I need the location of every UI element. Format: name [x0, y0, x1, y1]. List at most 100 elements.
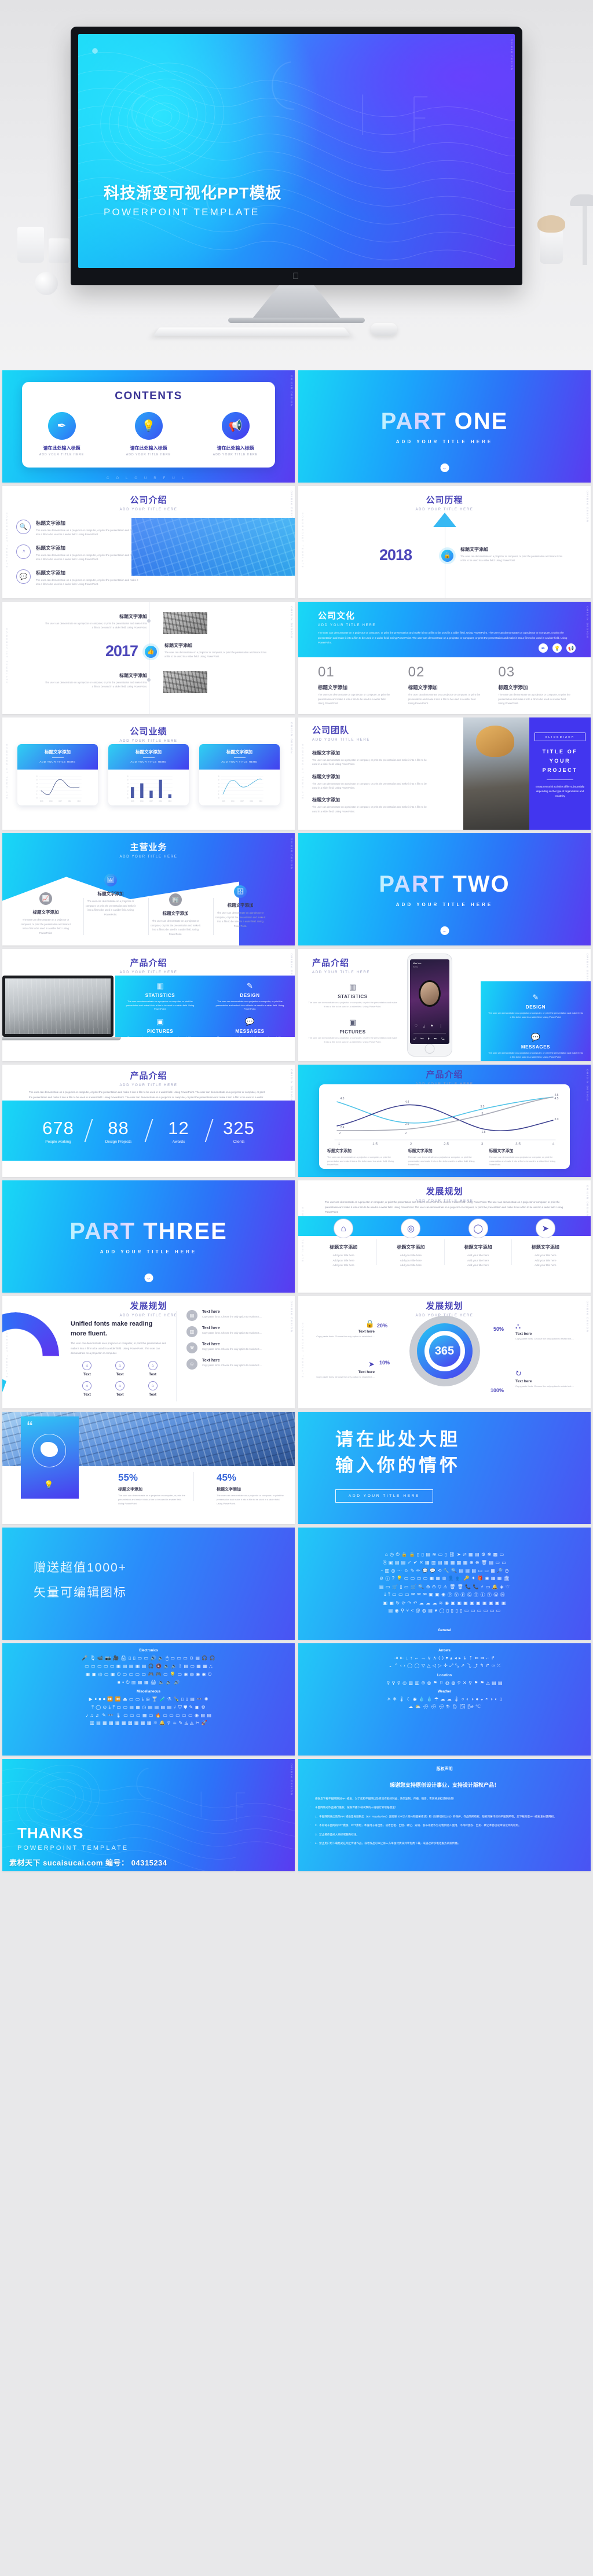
stat-number: 45%	[217, 1472, 237, 1483]
list-item[interactable]: ◔ 标题文字添加 The user can demonstrate on a p…	[16, 544, 141, 562]
callout[interactable]: ➤ Text here Copy paste fonts. Choose the…	[310, 1360, 375, 1379]
align3-icon: ▤	[154, 1705, 159, 1710]
callout[interactable]: ⛬ Text here Copy paste fonts. Choose the…	[515, 1322, 580, 1341]
feature-cell[interactable]: ✎ DESIGN The user can demonstrate on a p…	[481, 987, 591, 1019]
slide-icon-sheet-electronics[interactable]: Electronics 🎤 🎙 📹 📷 🎥 🖨 ▯ ▯ ▭ ▭ 🔊 🔉 🖱 ▭ ▭ ▭ ⊙ ▤ 🎧 🎧 ▭ ▭ ▭ ▭ ▭ ▣ ▤…	[2, 1643, 295, 1756]
dev-plan-col[interactable]: ⌂ 标题文字添加 Add your title here Add your tit…	[310, 1219, 378, 1268]
megaphone-icon[interactable]: 📢	[566, 643, 576, 653]
chevron-down-icon[interactable]: ⌄	[144, 1274, 153, 1282]
f2-icon: ▣	[457, 1600, 462, 1606]
slide-company-intro[interactable]: ORIGIN DESIGN POWERPOINT TEMPLATE 公司介绍 A…	[2, 486, 295, 598]
callout[interactable]: ↻ Text here Copy paste fonts. Choose the…	[515, 1369, 580, 1389]
list-item[interactable]: 💬 标题文字添加 The user can demonstrate on a p…	[16, 569, 141, 587]
slide-contents[interactable]: ORIGIN DESIGN CONTENTS ✒ 请在此处输入标题 ADD YO…	[2, 370, 295, 483]
footer-title: 标题文字添加	[327, 1149, 352, 1153]
lightbulb-icon[interactable]: 💡	[552, 643, 562, 653]
slide-icon-sheet-general[interactable]: ⌂ ◷ ⏻ 🔒 🔓 ▯ ▯ ▤ ≋ ▭ ▯ ⛓ ➤ ⇌ ▦ ▤ ⚙ ❋ ▩ ▭ ⎘ ▣ ▤ ▤ ✓ ✔ ✕ ▦ ▥ ▤ ▦ ▦ ▩ ▦ ⊕ ⊖ 🗑 ▤ ▭…	[298, 1528, 591, 1640]
content-item[interactable]: 💡 请在此处输入标题 ADD YOUR TITLE HERE	[121, 412, 177, 457]
slide-part-one[interactable]: PART ONE ADD YOUR TITLE HERE ⌄	[298, 370, 591, 483]
business-col[interactable]: 🖼 标题文字添加 The user can demonstrate on a p…	[80, 874, 141, 917]
slide-quote-stats[interactable]: “ 💡 55% 标题文字添加 The user can demonstrate …	[2, 1412, 295, 1524]
timeline-body: The user can demonstrate on a projector …	[460, 555, 563, 562]
slide-product-chart[interactable]: ORIGIN DESIGN 产品介绍 ADD YOUR TITLE HERE 4…	[298, 1065, 591, 1177]
slide-product-stats[interactable]: ORIGIN DESIGN 产品介绍 ADD YOUR TITLE HERE T…	[2, 1065, 295, 1177]
slide-copyright[interactable]: 版权声明 感谢您支持原创设计事业，支持设计版权产品！ 感谢您下载千图网原创PPT…	[298, 1759, 591, 1871]
callout[interactable]: 🔒 Text here Copy paste fonts. Choose the…	[310, 1319, 375, 1339]
chevron-down-icon[interactable]: ⌄	[440, 463, 449, 472]
rows-icon: ▤	[96, 1720, 101, 1725]
feature-cell[interactable]: ▥ STATISTICS The user can demonstrate on…	[115, 976, 205, 1011]
svg-text:4.4: 4.4	[405, 1101, 409, 1104]
feature-cell[interactable]: 💬 MESSAGES The user can demonstrate on a…	[481, 1027, 591, 1059]
slide-company-history-2018[interactable]: ORIGIN DESIGN POWERPOINT TEMPLATE 公司历程 A…	[298, 486, 591, 598]
player-controls[interactable]: ♡ ⤓ ⚑ ⋮	[410, 1024, 449, 1029]
folder-icon: ▭	[502, 1560, 506, 1565]
transport-controls[interactable]: ⤾ ⏮ ⏵ ⏭ ⤿	[410, 1037, 449, 1042]
slide-company-history-2017[interactable]: ORIGIN DESIGN POWERPOINT TEMPLATE 标题文字添加…	[2, 602, 295, 714]
slide-part-three[interactable]: PART THREE ADD YOUR TITLE HERE ⌄	[2, 1180, 295, 1293]
performance-card[interactable]: 标题文字添加 ADD YOUR TITLE HERE 6 5 4 3 2 1 0…	[199, 744, 280, 805]
list-item[interactable]: ♔ Text here Copy paste fonts. Choose the…	[186, 1359, 288, 1370]
stat-label: Clients	[233, 1139, 245, 1144]
list-item[interactable]: 🔍 标题文字添加 The user can demonstrate on a p…	[16, 520, 141, 537]
feature-cell[interactable]: ✎ DESIGN The user can demonstrate on a p…	[205, 976, 295, 1011]
add-title-button[interactable]: ADD YOUR TITLE HERE	[335, 1489, 433, 1503]
tile[interactable]: ⌂ Text	[136, 1361, 169, 1377]
pen-nib-icon[interactable]: ✒	[539, 643, 548, 653]
page-title-en: ADD YOUR TITLE HERE	[119, 739, 178, 743]
slide-big-statement[interactable]: 请在此处大胆 输入你的情怀 ADD YOUR TITLE HERE	[298, 1412, 591, 1524]
dev-plan-col[interactable]: ◎ 标题文字添加 Add your title here Add your tit…	[377, 1219, 445, 1268]
business-col[interactable]: 🗄 标题文字添加 The user can demonstrate on a p…	[210, 885, 271, 928]
card-header: 标题文字添加 ADD YOUR TITLE HERE	[199, 744, 280, 770]
timeline-year: 2018	[379, 546, 412, 564]
slide-company-performance[interactable]: ORIGIN DESIGN POWERPOINT TEMPLATE 公司业绩 A…	[2, 717, 295, 830]
team-panel: SLIDEDIZER TITLE OF YOUR PROJECT Entrepr…	[529, 717, 591, 830]
content-item[interactable]: 📢 请在此处输入标题 ADD YOUR TITLE HERE	[208, 412, 263, 457]
chevron-down-icon[interactable]: ⌄	[440, 926, 449, 935]
power3-icon: ⏻	[126, 1680, 130, 1685]
ring-icon: ◯	[96, 1705, 101, 1710]
tile[interactable]: ⌂ Text	[104, 1361, 137, 1377]
dev-plan-col[interactable]: ◯ 标题文字添加 Add your title here Add your tit…	[445, 1219, 512, 1268]
globe3-icon: ◍	[451, 1680, 456, 1686]
slide-company-team[interactable]: ORIGIN DESIGN POWERPOINT TEMPLATE 公司团队 A…	[298, 717, 591, 830]
content-item[interactable]: ✒ 请在此处输入标题 ADD YOUR TITLE HERE	[34, 412, 90, 457]
dev-plan-col[interactable]: ➤ 标题文字添加 Add your title here Add your tit…	[512, 1219, 579, 1268]
frame-icon: ▭	[129, 1697, 134, 1702]
slide-dev-plan-icons[interactable]: ORIGIN DESIGN POWERPOINT TEMPLATE 发展规划 A…	[298, 1180, 591, 1293]
feature-cell[interactable]: ▣ PICTURES The user can demonstrate on a…	[115, 1011, 205, 1047]
slide-company-culture[interactable]: ORIGIN DESIGN 公司文化 ADD YOUR TITLE HERE T…	[298, 602, 591, 714]
arrow-up-icon: ↑	[410, 1655, 413, 1661]
cloudy-icon: ☁	[408, 1704, 413, 1709]
feature-cell[interactable]: 💬 MESSAGES The user can demonstrate on a…	[205, 1011, 295, 1047]
list-item[interactable]: ⚒ Text here Copy paste fonts. Choose the…	[186, 1342, 288, 1353]
slide-icon-sheet-arrows[interactable]: Arrows ⇥ ⇤ ↓ ↑ ← → ∨ ∧ ⟨ ⟩ ▾ ▴ ◂ ▸ ⇣ ⇡ ⇐ ⇒ ⌐ ↱ ⌄ ⌃ ‹ › ◯ ◯ ▽ △ ◁ ▷ ✛ ⤢…	[298, 1643, 591, 1756]
speaker2-icon: 🔉	[171, 1664, 177, 1669]
slide-main-business[interactable]: ORIGIN DESIGN 主营业务 ADD YOUR TITLE HERE 📈…	[2, 833, 295, 945]
tile[interactable]: ⌂ Text	[71, 1361, 104, 1377]
icon-grid: ⌂ ◷ ⏻ 🔒 🔓 ▯ ▯ ▤ ≋ ▭ ▯ ⛓ ➤ ⇌ ▦ ▤ ⚙ ❋ ▩ ▭ ⎘ ▣ ▤ ▤ ✓ ✔ ✕ ▦ ▥ ▤ ▦ ▦ ▩ ▦ ⊕ ⊖ 🗑 ▤ ▭…	[308, 1532, 581, 1635]
home-button[interactable]	[424, 1044, 435, 1054]
tile[interactable]: ⌂ Text	[104, 1381, 137, 1397]
feature-cell[interactable]: ▣ PICTURES The user can demonstrate on a…	[308, 1018, 398, 1044]
svg-text:3.5: 3.5	[515, 1142, 521, 1146]
slide-product-intro-laptop[interactable]: ORIGIN DESIGN 产品介绍 ADD YOUR TITLE HERE ▥…	[2, 949, 295, 1061]
list-item[interactable]: ▥ Text here Copy paste fonts. Choose the…	[186, 1326, 288, 1337]
slide-dev-plan-365[interactable]: ORIGIN DESIGN POWERPOINT TEMPLATE 发展规划 A…	[298, 1296, 591, 1408]
sliders-icon: ⇌	[462, 1552, 467, 1557]
business-col[interactable]: 🏢 标题文字添加 The user can demonstrate on a p…	[145, 893, 206, 936]
slide-thanks[interactable]: ORIGIN DESIGN THANKS POWERPOINT TEMPLATE…	[2, 1759, 295, 1871]
performance-card[interactable]: 标题文字添加 ADD YOUR TITLE HERE 6 5 4 3 2 1 0…	[17, 744, 98, 805]
performance-card[interactable]: 标题文字添加 ADD YOUR TITLE HERE 6 5 4 3 2 1 0…	[108, 744, 189, 805]
timeline-dot	[147, 619, 151, 623]
feature-cell[interactable]: ▥ STATISTICS The user can demonstrate on…	[308, 982, 398, 1009]
tag-icon: ▭	[392, 1592, 397, 1597]
business-col[interactable]: 📈 标题文字添加 The user can demonstrate on a p…	[15, 892, 76, 935]
slide-part-two[interactable]: PART TWO ADD YOUR TITLE HERE ⌄	[298, 833, 591, 945]
slide-product-intro-phone[interactable]: ORIGIN DESIGN 产品介绍 ADD YOUR TITLE HERE ▥…	[298, 949, 591, 1061]
tile[interactable]: ⌂ Text	[136, 1381, 169, 1397]
slide-icon-gift[interactable]: 赠送超值1000+ 矢量可编辑图标	[2, 1528, 295, 1640]
slide-dev-plan-fonts[interactable]: ORIGIN DESIGN POWERPOINT TEMPLATE 发展规划 A…	[2, 1296, 295, 1408]
tile[interactable]: ⌂ Text	[71, 1381, 104, 1397]
list-item[interactable]: ▤ Text here Copy paste fonts. Choose the…	[186, 1310, 288, 1321]
